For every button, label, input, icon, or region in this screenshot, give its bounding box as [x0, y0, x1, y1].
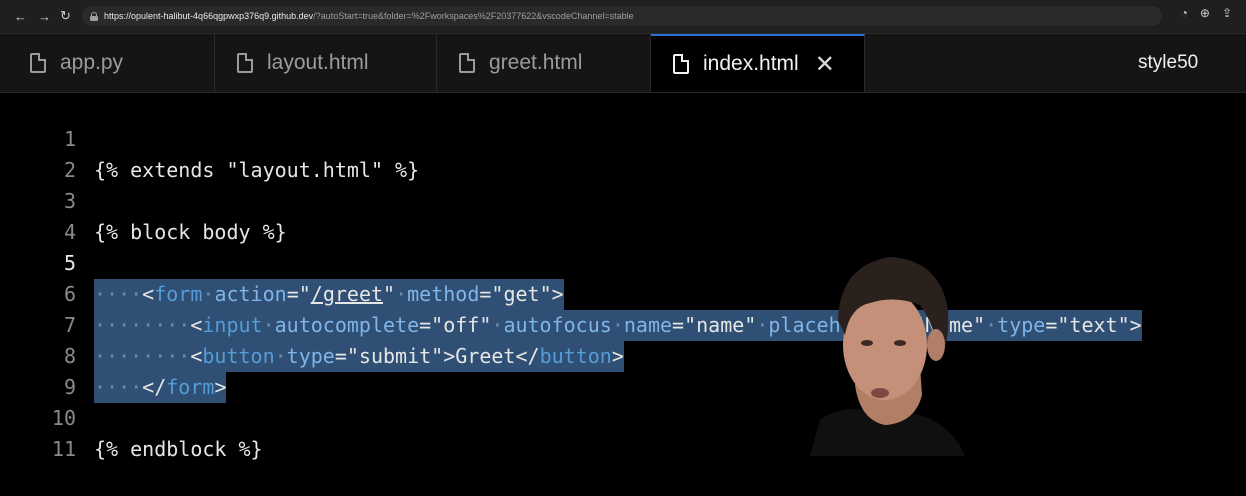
file-icon — [30, 53, 46, 73]
url-path: /?autoStart=true&folder=%2Fworkspaces%2F… — [313, 11, 634, 21]
code-line: 8 ····</form> — [0, 310, 1246, 403]
upload-icon[interactable]: ⇪ — [1222, 6, 1232, 20]
tab-label: layout.html — [267, 51, 369, 74]
editor-tab-bar: app.py layout.html greet.html index.html… — [0, 34, 1246, 93]
tab-greet-html[interactable]: greet.html — [437, 34, 651, 92]
code-line: 4 — [0, 186, 1246, 244]
forward-button[interactable]: → — [38, 6, 51, 26]
url-host: https://opulent-halibut-4q66qgpwxp376q9.… — [104, 11, 314, 21]
code-line: 7 ········<button·type="submit">Greet</b… — [0, 279, 1246, 372]
tab-index-html[interactable]: index.html ✕ — [651, 34, 865, 92]
code-line: 3 {% block body %} — [0, 155, 1246, 244]
share-icon[interactable]: ◔ — [1181, 6, 1188, 20]
code-line: 10 {% endblock %} — [0, 372, 1246, 461]
code-editor[interactable]: 1 {% extends "layout.html" %} 2 3 {% blo… — [0, 93, 1246, 461]
reload-button[interactable]: ↻ — [60, 6, 71, 26]
close-icon[interactable]: ✕ — [815, 50, 835, 79]
tab-label: app.py — [60, 51, 124, 74]
code-line: 1 {% extends "layout.html" %} — [0, 93, 1246, 182]
file-icon — [237, 53, 253, 73]
tab-label: greet.html — [489, 51, 583, 74]
line-number: 11 — [51, 437, 76, 461]
style50-button[interactable]: style50 — [1138, 34, 1198, 92]
browser-actions: ◔ ⊕ ⇪ — [1181, 6, 1232, 20]
back-arrow-icon: ← — [14, 8, 27, 24]
zoom-icon[interactable]: ⊕ — [1200, 6, 1210, 20]
tab-label: index.html — [703, 52, 799, 75]
forward-arrow-icon: → — [38, 8, 51, 24]
code-line: 11 — [0, 403, 1246, 461]
lock-icon — [90, 11, 98, 21]
tab-layout-html[interactable]: layout.html — [215, 34, 437, 92]
line-text: {% endblock %} — [94, 437, 263, 461]
code-line: 5 ····<form·action="/greet"·method="get"… — [0, 217, 1246, 310]
code-line: 2 — [0, 124, 1246, 182]
file-icon — [673, 54, 689, 74]
code-line: 9 — [0, 341, 1246, 399]
back-button[interactable]: ← — [14, 6, 27, 26]
code-line: 6 ········<input·autocomplete="off"·auto… — [0, 248, 1246, 341]
browser-toolbar: ← → ↻ https://opulent-halibut-4q66qgpwxp… — [0, 0, 1246, 34]
file-icon — [459, 53, 475, 73]
address-bar[interactable]: https://opulent-halibut-4q66qgpwxp376q9.… — [82, 6, 1162, 26]
tab-app-py[interactable]: app.py — [0, 34, 215, 92]
reload-icon: ↻ — [60, 8, 71, 23]
